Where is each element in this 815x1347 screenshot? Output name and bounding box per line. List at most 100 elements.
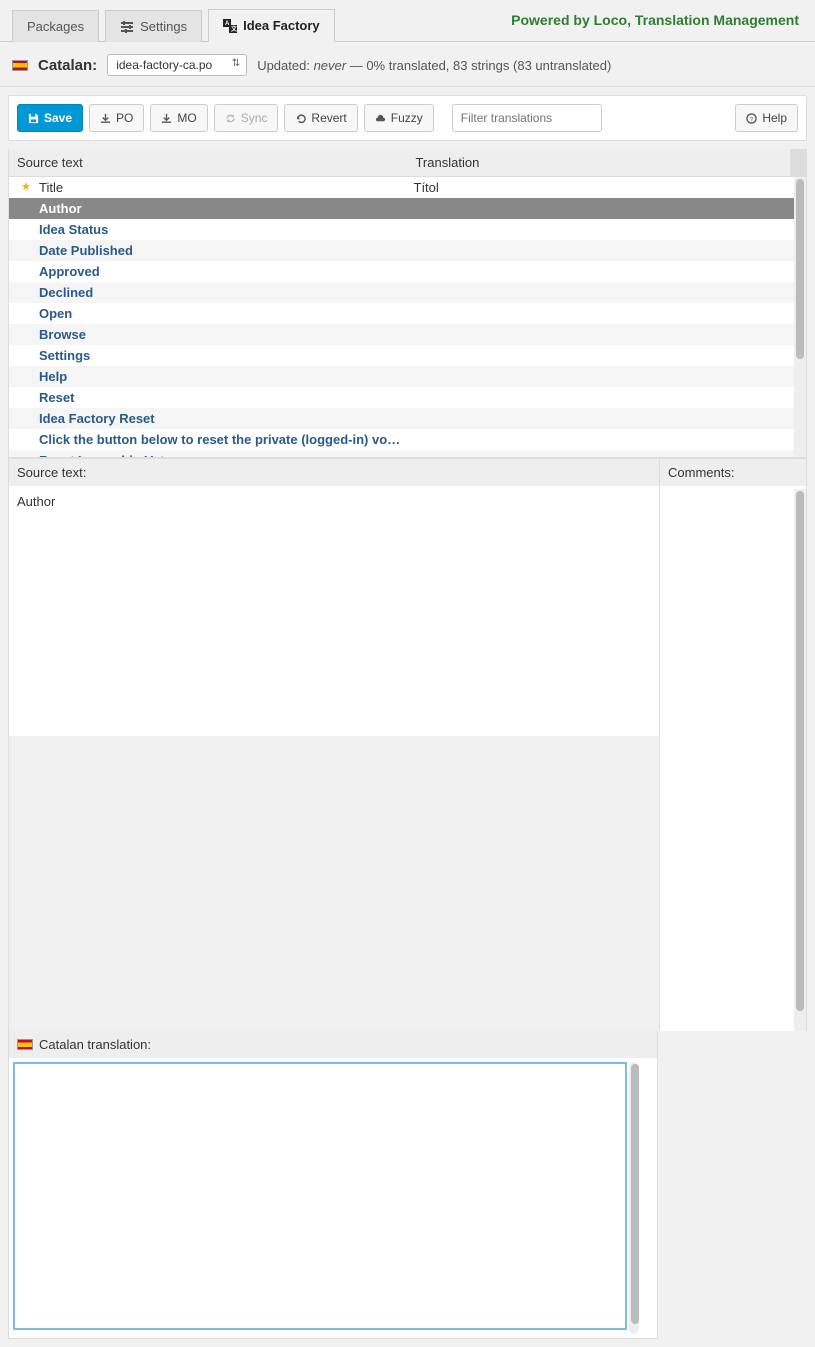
locale-bar: Catalan: idea-factory-ca.po Updated: nev… (0, 42, 815, 87)
translation-input[interactable] (13, 1062, 627, 1330)
tab-settings[interactable]: Settings (105, 10, 202, 42)
tab-packages[interactable]: Packages (12, 10, 99, 42)
cell-source: Approved (9, 261, 408, 282)
scrollbar-thumb[interactable] (796, 491, 804, 1011)
table-row[interactable]: Reset (9, 387, 806, 408)
translation-pane-header: Catalan translation: (9, 1031, 657, 1058)
comments-pane-body[interactable] (660, 486, 806, 1031)
cell-source: Browse (9, 324, 408, 345)
cell-translation (408, 324, 791, 345)
translate-icon: A文 (223, 19, 237, 33)
table-row[interactable]: Reset Logged-in Votes (9, 450, 806, 457)
svg-text:A: A (225, 21, 230, 27)
file-select-value: idea-factory-ca.po (116, 58, 212, 72)
download-icon (161, 113, 172, 124)
scrollbar-thumb[interactable] (796, 179, 804, 359)
revert-label: Revert (311, 111, 346, 125)
scroll-gutter (790, 149, 806, 176)
tab-bar: Packages Settings A文 Idea Factory Powere… (0, 0, 815, 42)
scrollbar[interactable] (794, 177, 806, 457)
cell-translation: Títol (408, 177, 791, 198)
table-row[interactable]: Approved (9, 261, 806, 282)
flag-icon (17, 1039, 33, 1050)
cell-translation (408, 282, 791, 303)
save-label: Save (44, 111, 72, 125)
table-row[interactable]: Date Published (9, 240, 806, 261)
source-pane-body: Author (9, 486, 659, 736)
translation-pane: Catalan translation: (8, 1031, 658, 1339)
help-icon: ? (746, 113, 757, 124)
translation-pane-body (9, 1058, 657, 1338)
cell-translation (408, 219, 791, 240)
cell-source: Date Published (9, 240, 408, 261)
detail-panes: Source text: Author Comments: (8, 458, 807, 1031)
cell-translation (408, 408, 791, 429)
tab-packages-label: Packages (27, 19, 84, 34)
table-header: Source text Translation (9, 149, 806, 177)
cell-translation (408, 198, 791, 219)
revert-button[interactable]: Revert (284, 104, 357, 132)
scrollbar[interactable] (629, 1062, 639, 1334)
cell-source: Reset Logged-in Votes (9, 450, 408, 457)
col-source[interactable]: Source text (9, 149, 407, 176)
help-label: Help (762, 111, 787, 125)
table-row[interactable]: Click the button below to reset the priv… (9, 429, 806, 450)
status-prefix: Updated: (257, 58, 313, 73)
po-button[interactable]: PO (89, 104, 144, 132)
filter-box (452, 104, 602, 132)
flag-icon (12, 60, 28, 71)
save-button[interactable]: Save (17, 104, 83, 132)
cell-source: Author (9, 198, 408, 219)
powered-by-link[interactable]: Powered by Loco, Translation Management (511, 12, 799, 28)
table-row[interactable]: Help (9, 366, 806, 387)
table-row[interactable]: Declined (9, 282, 806, 303)
col-translation[interactable]: Translation (407, 149, 790, 176)
table-row[interactable]: TitleTítol (9, 177, 806, 198)
comments-pane-header: Comments: (660, 459, 806, 486)
filter-input[interactable] (452, 104, 602, 132)
sliders-icon (120, 20, 134, 34)
translation-pane-label: Catalan translation: (39, 1037, 151, 1052)
cell-source: Title (9, 177, 408, 198)
table-row[interactable]: Idea Factory Reset (9, 408, 806, 429)
table-body: TitleTítolAuthorIdea StatusDate Publishe… (9, 177, 806, 457)
cell-translation (408, 366, 791, 387)
save-icon (28, 113, 39, 124)
tab-idea-factory-label: Idea Factory (243, 18, 320, 33)
fuzzy-button[interactable]: Fuzzy (364, 104, 434, 132)
locale-name: Catalan: (38, 57, 97, 74)
mo-button[interactable]: MO (150, 104, 207, 132)
download-icon (100, 113, 111, 124)
file-select[interactable]: idea-factory-ca.po (107, 54, 247, 76)
cell-translation (408, 387, 791, 408)
cell-translation (408, 303, 791, 324)
source-pane: Source text: Author (9, 458, 659, 1031)
cell-source: Idea Factory Reset (9, 408, 408, 429)
table-row[interactable]: Open (9, 303, 806, 324)
status-em: never (314, 58, 347, 73)
translation-table: Source text Translation TitleTítolAuthor… (8, 149, 807, 458)
cell-source: Click the button below to reset the priv… (9, 429, 408, 450)
help-button[interactable]: ? Help (735, 104, 798, 132)
cell-source: Help (9, 366, 408, 387)
sync-icon (225, 113, 236, 124)
mo-label: MO (177, 111, 196, 125)
svg-text:文: 文 (230, 25, 237, 33)
scrollbar[interactable] (794, 489, 806, 1031)
table-row[interactable]: Browse (9, 324, 806, 345)
tab-idea-factory[interactable]: A文 Idea Factory (208, 9, 335, 42)
cell-source: Reset (9, 387, 408, 408)
cell-translation (408, 429, 791, 450)
update-status: Updated: never — 0% translated, 83 strin… (257, 58, 611, 73)
fuzzy-label: Fuzzy (391, 111, 423, 125)
table-row[interactable]: Idea Status (9, 219, 806, 240)
cell-translation (408, 450, 791, 457)
cloud-icon (375, 113, 386, 124)
table-row[interactable]: Settings (9, 345, 806, 366)
po-label: PO (116, 111, 133, 125)
cell-source: Open (9, 303, 408, 324)
scrollbar-thumb[interactable] (631, 1064, 639, 1324)
sync-button[interactable]: Sync (214, 104, 279, 132)
revert-icon (295, 113, 306, 124)
table-row[interactable]: Author (9, 198, 806, 219)
